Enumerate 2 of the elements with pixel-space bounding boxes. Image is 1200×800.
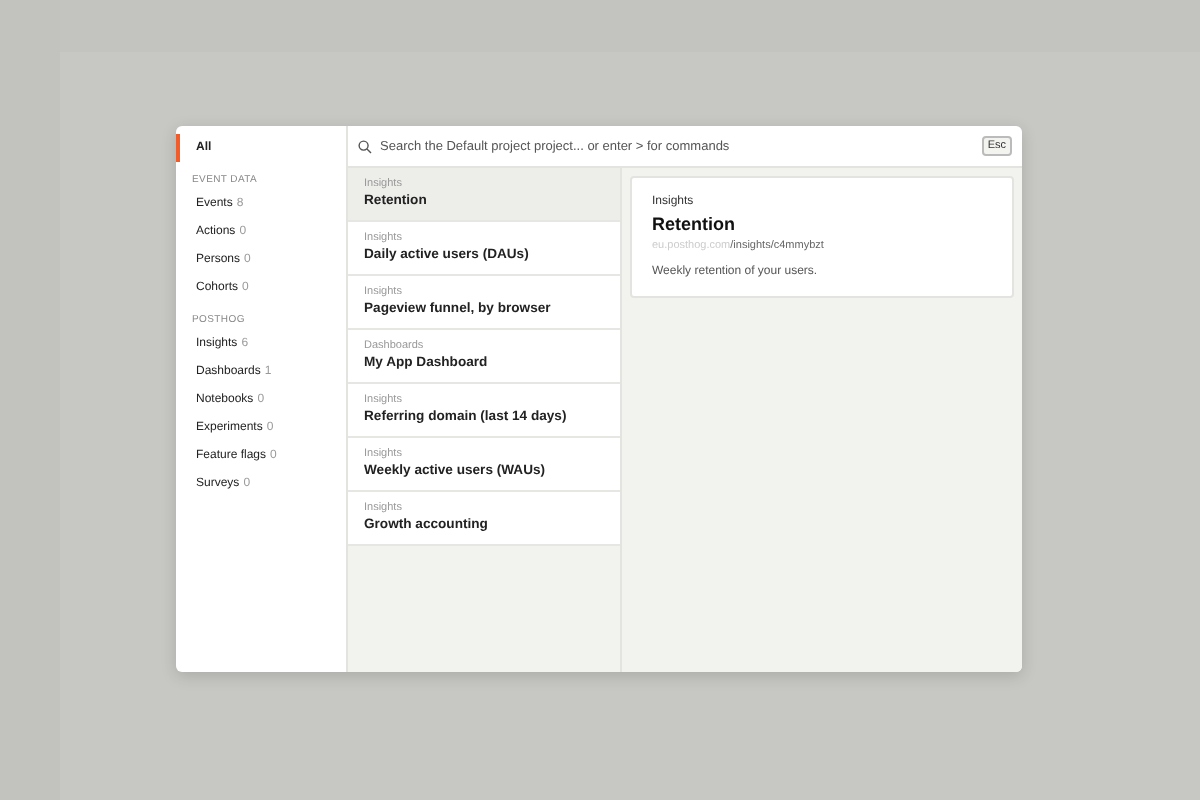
preview-title: Retention — [652, 214, 737, 234]
search-icon — [358, 139, 372, 153]
